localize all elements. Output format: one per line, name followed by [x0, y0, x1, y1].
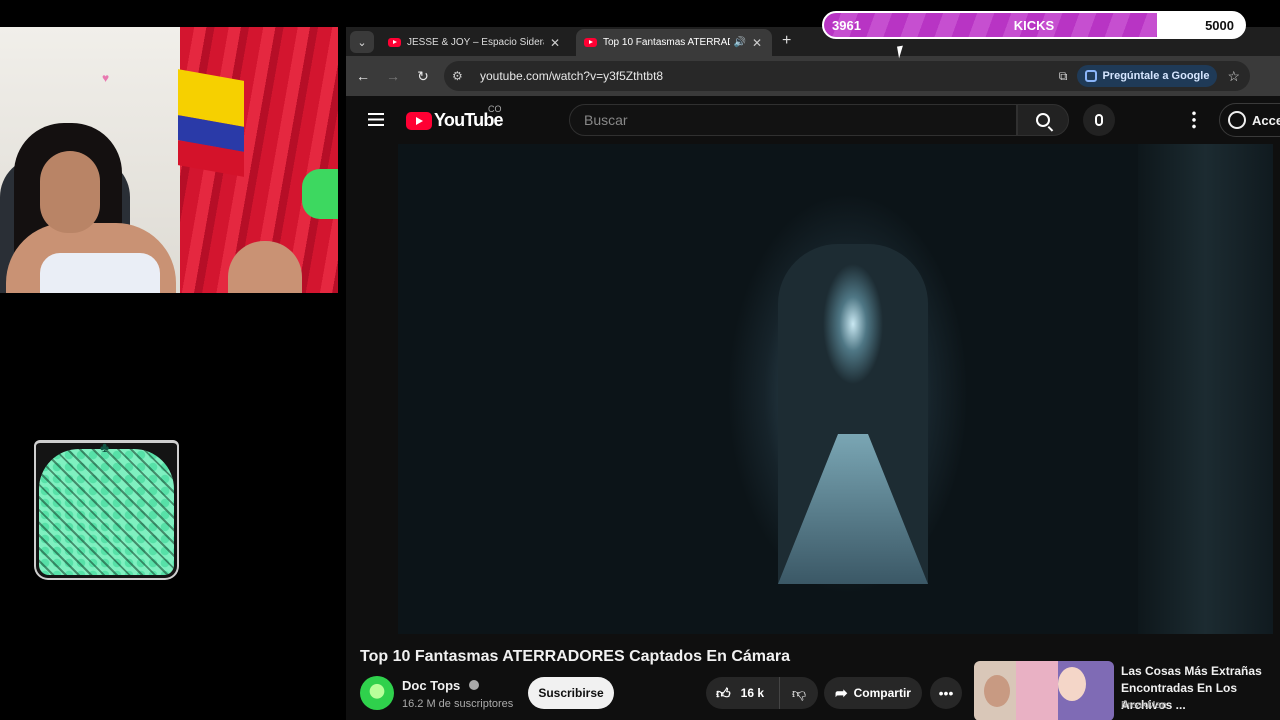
youtube-icon: [584, 38, 597, 47]
thumbs-up-icon: 👍︎: [716, 684, 731, 701]
site-settings-icon[interactable]: ⚙: [452, 69, 472, 83]
youtube-play-icon: [406, 111, 432, 130]
close-icon[interactable]: ✕: [750, 36, 764, 50]
install-app-icon[interactable]: ⧉: [1059, 69, 1068, 84]
video-player[interactable]: [398, 144, 1273, 634]
new-tab-button[interactable]: +: [782, 32, 791, 50]
sign-in-button[interactable]: Acce: [1219, 103, 1280, 137]
dislike-button[interactable]: 👎︎: [780, 685, 818, 702]
share-icon: ➦: [835, 685, 848, 702]
video-title: Top 10 Fantasmas ATERRADORES Captados En…: [360, 648, 791, 665]
voice-search-button[interactable]: [1083, 104, 1115, 136]
kicks-label: KICKS: [1013, 18, 1055, 33]
recommended-channel: BreakMan: [1121, 700, 1167, 711]
tab-title: JESSE & JOY – Espacio Sideral (: [407, 37, 544, 48]
thumbs-down-icon: 👎︎: [791, 684, 807, 701]
like-count: 16 k: [740, 686, 764, 700]
more-options-icon[interactable]: [1192, 110, 1196, 130]
tab-top10-fantasmas[interactable]: Top 10 Fantasmas ATERRAD 🔊 ✕: [576, 29, 772, 56]
ask-google-label: Pregúntale a Google: [1102, 70, 1210, 82]
browser-window: ⌄ JESSE & JOY – Espacio Sideral ( ✕ Top …: [346, 27, 1280, 720]
channel-name[interactable]: Doc Tops: [402, 678, 460, 693]
menu-icon[interactable]: [368, 113, 384, 126]
kicks-goal-bar: 3961 KICKS 5000: [822, 11, 1246, 39]
verified-icon: [468, 680, 479, 691]
search-input[interactable]: [570, 105, 1016, 135]
country-code: CO: [488, 104, 502, 114]
forward-button[interactable]: →: [380, 63, 406, 89]
tab-search-button[interactable]: ⌄: [350, 31, 374, 53]
address-bar[interactable]: ⚙ youtube.com/watch?v=y3f5Zthtbt8 ⧉ Preg…: [444, 61, 1250, 91]
youtube-icon: [388, 38, 401, 47]
bookmark-star-icon[interactable]: ☆: [1227, 68, 1240, 85]
youtube-header: YouTube CO Acce: [346, 96, 1280, 144]
channel-avatar[interactable]: [360, 676, 394, 710]
reload-button[interactable]: ↻: [410, 63, 436, 89]
kick-token-icon: ♣: [100, 440, 110, 455]
lens-icon: [1085, 70, 1098, 82]
subscriber-count: 16.2 M de suscriptores: [402, 697, 514, 710]
webcam-overlay: ♥: [0, 27, 338, 293]
account-icon: [1228, 111, 1246, 129]
youtube-logo[interactable]: YouTube CO: [406, 104, 504, 131]
more-actions-button[interactable]: •••: [930, 677, 962, 709]
tab-title: Top 10 Fantasmas ATERRAD: [603, 37, 730, 48]
like-button[interactable]: 👍︎ 16 k: [706, 677, 780, 709]
channel-info: Doc Tops 16.2 M de suscriptores: [360, 676, 513, 710]
subscribe-button[interactable]: Suscribirse: [528, 677, 614, 709]
search-icon: [1036, 113, 1050, 127]
colombia-flag: [178, 69, 244, 177]
kicks-goal: 5000: [1205, 18, 1234, 33]
close-icon[interactable]: ✕: [548, 36, 562, 50]
sign-in-label: Acce: [1252, 112, 1280, 128]
ask-google-button[interactable]: Pregúntale a Google: [1077, 65, 1218, 87]
search-box: [569, 104, 1017, 136]
kicks-jar-widget: ♣: [34, 440, 179, 580]
tab-jesse-joy[interactable]: JESSE & JOY – Espacio Sideral ( ✕: [380, 29, 570, 56]
stream-screen: ♥ ♣ ⌄ JESSE & JOY – Espacio Sideral ( ✕ …: [0, 0, 1280, 720]
recommended-thumbnail[interactable]: [974, 661, 1114, 720]
recommended-video[interactable]: Las Cosas Más Extrañas Encontradas En Lo…: [974, 661, 1280, 720]
search-button[interactable]: [1017, 104, 1069, 136]
back-button[interactable]: ←: [350, 63, 376, 89]
heart-icon: ♥: [102, 71, 110, 85]
speaker-icon[interactable]: 🔊: [734, 37, 746, 48]
browser-toolbar: ← → ↻ ⚙ youtube.com/watch?v=y3f5Zthtbt8 …: [346, 56, 1280, 96]
share-label: Compartir: [853, 686, 911, 700]
share-button[interactable]: ➦ Compartir: [824, 677, 922, 709]
like-dislike-group: 👍︎ 16 k 👎︎: [706, 677, 818, 709]
microphone-icon: [1095, 114, 1103, 126]
url-text[interactable]: youtube.com/watch?v=y3f5Zthtbt8: [480, 69, 1059, 83]
